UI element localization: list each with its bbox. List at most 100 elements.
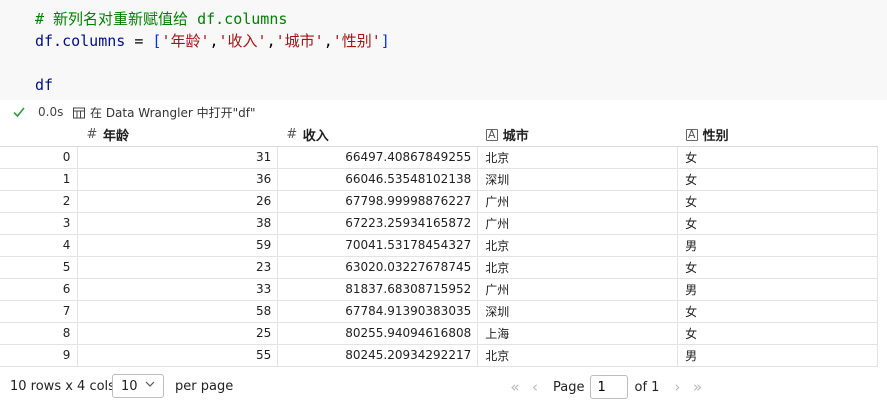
- code-op: =: [125, 32, 153, 50]
- cell-gender: 男: [677, 234, 878, 257]
- cell-income: 63020.03227678745: [277, 256, 479, 279]
- page-count-label: of 1: [634, 379, 660, 395]
- cell-gender: 男: [677, 278, 878, 301]
- number-type-icon: #: [86, 127, 98, 143]
- index-header: [0, 124, 78, 147]
- open-data-wrangler-label: 在 Data Wrangler 中打开"df": [90, 106, 256, 120]
- cell-gender: 女: [677, 146, 878, 169]
- cell-city: 北京: [477, 146, 679, 169]
- column-header-age[interactable]: # 年龄: [77, 124, 278, 147]
- table-row: 2 26 67798.99998876227 广州 女: [0, 190, 878, 213]
- cell-income: 80245.20934292217: [277, 344, 479, 367]
- prev-page-button[interactable]: ‹: [525, 377, 545, 397]
- cell-gender: 女: [677, 190, 878, 213]
- row-index: 8: [0, 322, 79, 345]
- code-cell[interactable]: # 新列名对重新赋值给 df.columns df.columns = ['年龄…: [0, 0, 887, 100]
- row-index: 0: [0, 146, 79, 169]
- execution-duration: 0.0s: [38, 105, 64, 119]
- code-close-bracket: ]: [380, 32, 390, 50]
- table-row: 8 25 80255.94094616808 上海 女: [0, 322, 878, 345]
- cell-city: 广州: [477, 278, 679, 301]
- page-size-select[interactable]: 10: [112, 374, 164, 398]
- cell-gender: 女: [677, 212, 878, 235]
- code-assign-line: df.columns = ['年龄','收入','城市','性别']: [35, 31, 390, 51]
- table-row: 3 38 67223.25934165872 广州 女: [0, 212, 878, 235]
- row-index: 2: [0, 190, 79, 213]
- data-wrangler-icon: [73, 107, 85, 118]
- cell-age: 59: [77, 234, 279, 257]
- cell-income: 80255.94094616808: [277, 322, 479, 345]
- page-number-input[interactable]: [590, 375, 629, 399]
- rows-cols-info: 10 rows x 4 cols: [10, 379, 115, 394]
- column-header-label: 年龄: [102, 129, 129, 145]
- column-header-income[interactable]: # 收入: [277, 124, 478, 147]
- code-df-line: df: [35, 76, 54, 94]
- code-str-1: '收入': [218, 32, 267, 50]
- cell-age: 55: [77, 344, 279, 367]
- check-icon: [13, 107, 25, 118]
- page-label: Page: [553, 379, 585, 395]
- cell-gender: 女: [677, 322, 878, 345]
- cell-city: 深圳: [477, 168, 679, 191]
- row-index: 3: [0, 212, 79, 235]
- cell-income: 70041.53178454327: [277, 234, 479, 257]
- cell-age: 38: [77, 212, 279, 235]
- cell-city: 广州: [477, 190, 679, 213]
- table-footer: 10 rows x 4 cols 10 per page « ‹ Page of…: [0, 372, 887, 402]
- last-page-button[interactable]: »: [687, 377, 707, 397]
- table-header-row: # 年龄 # 收入 A 城市 A 性别: [0, 124, 878, 147]
- number-type-icon: #: [286, 127, 298, 143]
- table-row: 6 33 81837.68308715952 广州 男: [0, 278, 878, 301]
- code-comma-1: ,: [266, 32, 276, 50]
- cell-age: 58: [77, 300, 279, 323]
- cell-gender: 男: [677, 344, 878, 367]
- cell-gender: 女: [677, 256, 878, 279]
- table-row: 1 36 66046.53548102138 深圳 女: [0, 168, 878, 191]
- cell-age: 33: [77, 278, 279, 301]
- cell-age: 25: [77, 322, 279, 345]
- first-page-button[interactable]: «: [505, 377, 525, 397]
- column-header-label: 收入: [302, 129, 329, 145]
- per-page-label: per page: [175, 379, 234, 394]
- row-index: 9: [0, 344, 79, 367]
- cell-city: 北京: [477, 234, 679, 257]
- table-row: 7 58 67784.91390383035 深圳 女: [0, 300, 878, 323]
- code-str-3: '性别': [332, 32, 381, 50]
- row-index: 6: [0, 278, 79, 301]
- cell-age: 36: [77, 168, 279, 191]
- dataframe-table: # 年龄 # 收入 A 城市 A 性别 0 31 66497.40867849255 北…: [0, 124, 878, 367]
- code-str-2: '城市': [275, 32, 324, 50]
- code-str-0: '年龄': [161, 32, 210, 50]
- column-header-gender[interactable]: A 性别: [677, 124, 878, 147]
- cell-city: 深圳: [477, 300, 679, 323]
- cell-age: 23: [77, 256, 279, 279]
- row-index: 7: [0, 300, 79, 323]
- code-lhs: df.columns: [35, 32, 126, 50]
- cell-city: 上海: [477, 322, 679, 345]
- row-index: 4: [0, 234, 79, 257]
- column-header-label: 性别: [702, 129, 729, 145]
- code-comma-2: ,: [323, 32, 333, 50]
- chevron-down-icon: [145, 381, 155, 387]
- cell-age: 26: [77, 190, 279, 213]
- cell-income: 66046.53548102138: [277, 168, 479, 191]
- cell-age: 31: [77, 146, 279, 169]
- code-comma-0: ,: [209, 32, 219, 50]
- cell-income: 81837.68308715952: [277, 278, 479, 301]
- cell-income: 67798.99998876227: [277, 190, 479, 213]
- open-data-wrangler-link[interactable]: 在 Data Wrangler 中打开"df": [72, 104, 255, 121]
- row-index: 5: [0, 256, 79, 279]
- text-type-icon: A: [485, 128, 498, 141]
- column-header-label: 城市: [502, 129, 529, 145]
- pagination: « ‹ Page of 1 › »: [505, 374, 707, 400]
- text-type-icon: A: [685, 128, 698, 141]
- cell-gender: 女: [677, 168, 878, 191]
- cell-income: 67223.25934165872: [277, 212, 479, 235]
- cell-income: 66497.40867849255: [277, 146, 479, 169]
- cell-status-bar: 0.0s 在 Data Wrangler 中打开"df": [0, 101, 887, 123]
- cell-gender: 女: [677, 300, 878, 323]
- table-row: 0 31 66497.40867849255 北京 女: [0, 146, 878, 169]
- next-page-button[interactable]: ›: [667, 377, 687, 397]
- column-header-city[interactable]: A 城市: [477, 124, 678, 147]
- cell-income: 67784.91390383035: [277, 300, 479, 323]
